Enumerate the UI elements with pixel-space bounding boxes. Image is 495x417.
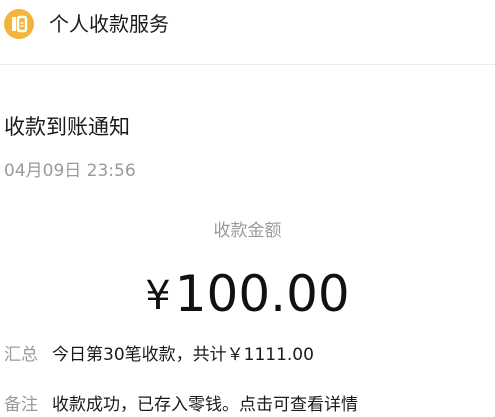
note-row[interactable]: 备注 收款成功，已存入零钱。点击可查看详情 xyxy=(4,393,358,417)
notice-datetime: 04月09日 23:56 xyxy=(4,161,136,181)
summary-row: 汇总 今日第30笔收款，共计￥1111.00 xyxy=(4,343,314,367)
note-label: 备注 xyxy=(4,395,38,415)
amount-label: 收款金额 xyxy=(213,221,282,241)
payment-service-icon xyxy=(4,9,34,39)
note-value[interactable]: 收款成功，已存入零钱。点击可查看详情 xyxy=(52,395,358,415)
notice-title: 收款到账通知 xyxy=(4,115,130,139)
summary-value: 今日第30笔收款，共计￥1111.00 xyxy=(52,345,314,365)
service-name: 个人收款服务 xyxy=(49,12,169,36)
payment-notification-page: 个人收款服务 收款到账通知 04月09日 23:56 收款金额 ¥100.00 … xyxy=(0,0,495,417)
service-header[interactable]: 个人收款服务 xyxy=(0,0,495,65)
summary-label: 汇总 xyxy=(4,345,38,365)
currency-symbol: ¥ xyxy=(145,273,171,319)
amount-value: 100.00 xyxy=(174,265,350,323)
amount-display: ¥100.00 xyxy=(0,264,495,328)
